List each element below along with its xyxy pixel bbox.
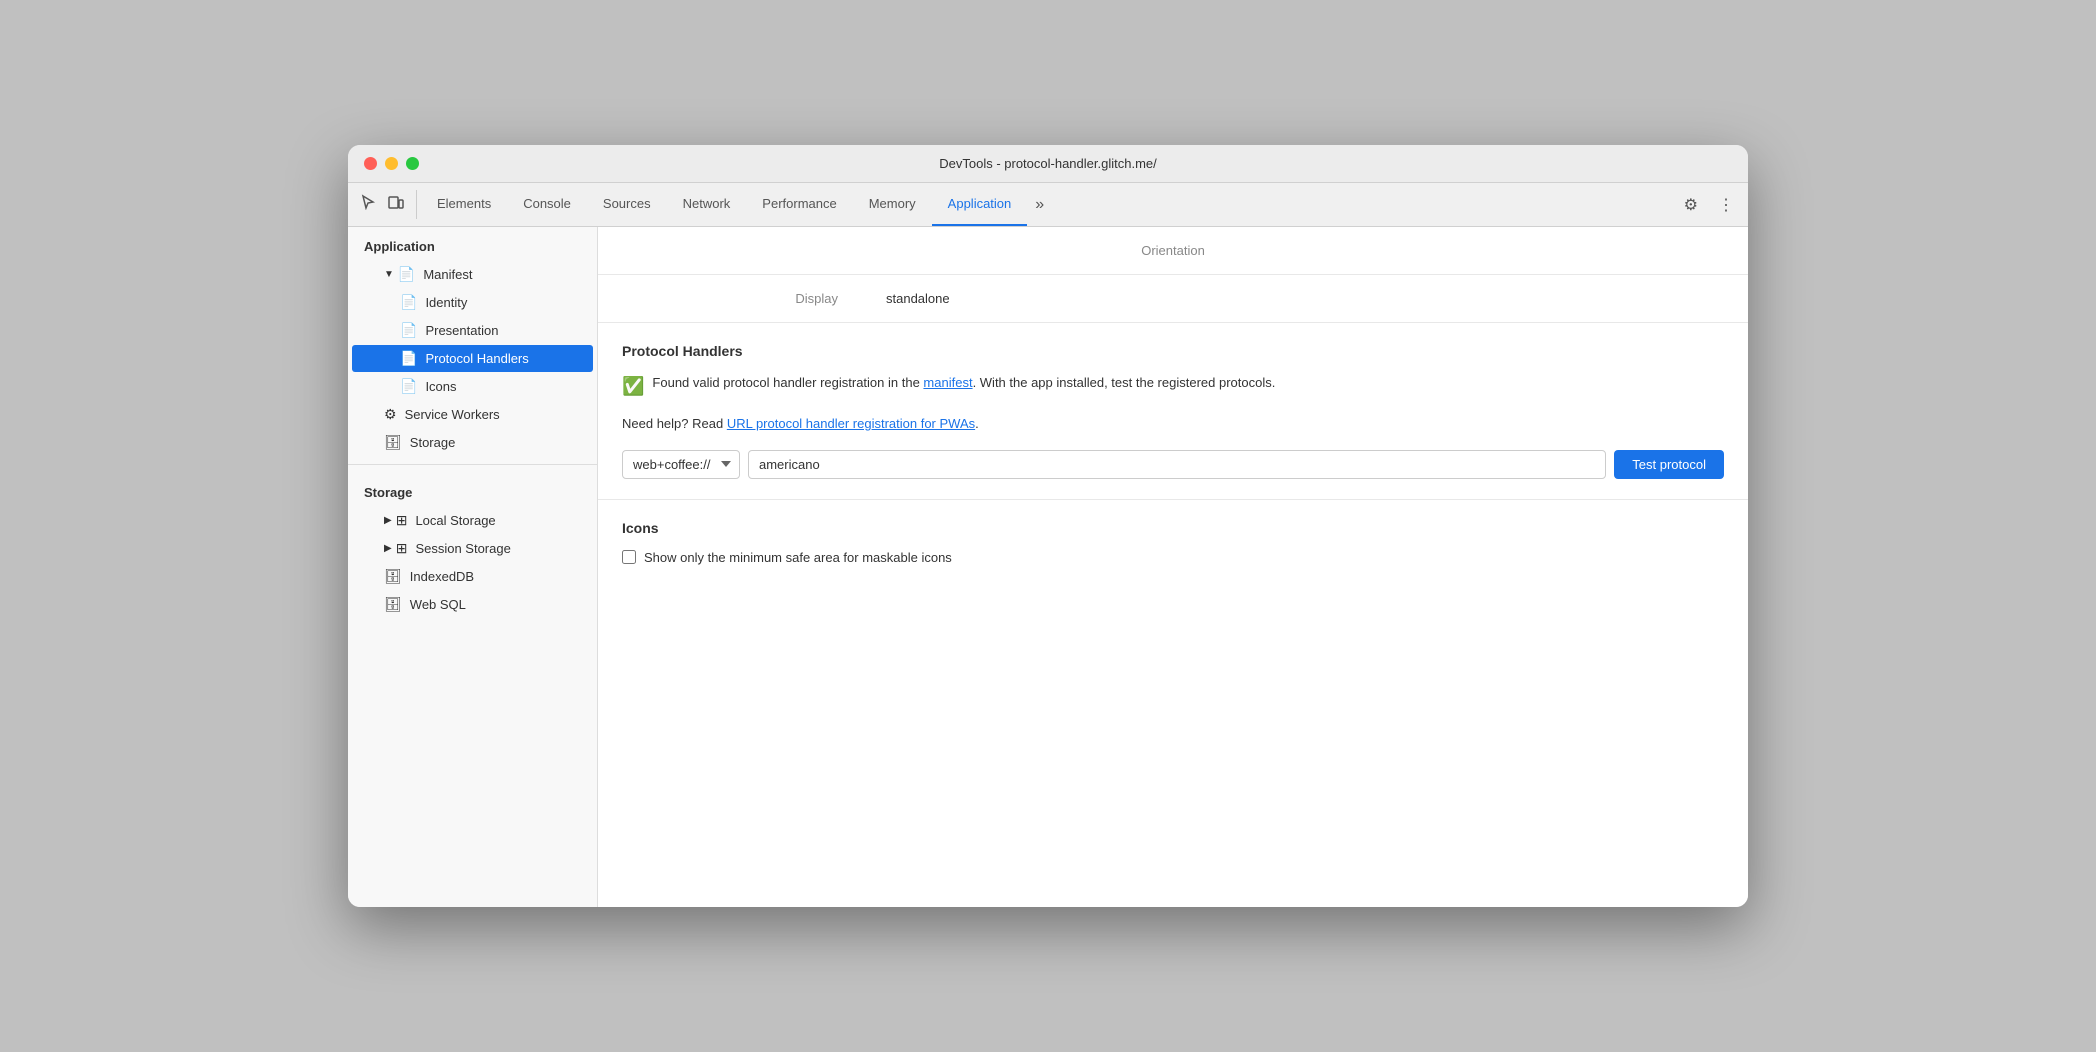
file-icon: 📄: [400, 350, 417, 367]
toolbar: Elements Console Sources Network Perform…: [348, 183, 1748, 227]
help-text: Need help? Read URL protocol handler reg…: [622, 414, 1724, 434]
sidebar-item-web-sql[interactable]: 🗄 Web SQL: [352, 591, 593, 618]
more-options-icon[interactable]: ⋮: [1712, 191, 1740, 219]
table-icon: ⊞: [396, 540, 408, 557]
device-toggle-icon[interactable]: [384, 190, 408, 219]
tab-more-button[interactable]: »: [1027, 183, 1052, 226]
main-content: Orientation Display standalone Protocol …: [598, 227, 1748, 907]
tab-memory[interactable]: Memory: [853, 183, 932, 226]
sidebar-item-manifest[interactable]: ▼ 📄 Manifest: [352, 261, 593, 288]
file-icon: 📄: [398, 266, 415, 283]
sidebar-item-storage[interactable]: 🗄 Storage: [352, 429, 593, 456]
tab-elements[interactable]: Elements: [421, 183, 507, 226]
protocol-handlers-title: Protocol Handlers: [622, 343, 1724, 359]
storage-icon: 🗄: [384, 434, 402, 451]
db-icon: 🗄: [384, 596, 402, 613]
expand-arrow-icon: ▶: [384, 543, 392, 554]
sidebar-item-local-storage[interactable]: ▶ ⊞ Local Storage: [352, 507, 593, 534]
sidebar: Application ▼ 📄 Manifest 📄 Identity 📄 Pr…: [348, 227, 598, 907]
tab-console[interactable]: Console: [507, 183, 587, 226]
toolbar-icons: [356, 190, 417, 219]
maskable-icons-label[interactable]: Show only the minimum safe area for mask…: [644, 550, 952, 565]
expand-arrow-icon: ▶: [384, 515, 392, 526]
tab-application[interactable]: Application: [932, 183, 1028, 226]
devtools-window: DevTools - protocol-handler.glitch.me/ E…: [348, 145, 1748, 907]
maskable-icons-checkbox[interactable]: [622, 550, 636, 564]
toolbar-right: ⚙ ⋮: [1678, 191, 1740, 219]
db-icon: 🗄: [384, 568, 402, 585]
file-icon: 📄: [400, 322, 417, 339]
tab-sources[interactable]: Sources: [587, 183, 667, 226]
icons-section-title: Icons: [622, 520, 1724, 536]
display-row: Display standalone: [598, 275, 1748, 323]
file-icon: 📄: [400, 378, 417, 395]
sidebar-divider: [348, 464, 597, 465]
tab-bar: Elements Console Sources Network Perform…: [421, 183, 1678, 226]
application-section-title: Application: [348, 227, 597, 260]
sidebar-item-service-workers[interactable]: ⚙ Service Workers: [352, 401, 593, 428]
success-text-pre: Found valid protocol handler registratio…: [652, 375, 923, 390]
close-button[interactable]: [364, 157, 377, 170]
cursor-icon[interactable]: [356, 190, 380, 219]
sidebar-item-icons[interactable]: 📄 Icons: [352, 373, 593, 400]
sidebar-item-session-storage[interactable]: ▶ ⊞ Session Storage: [352, 535, 593, 562]
sidebar-item-presentation[interactable]: 📄 Presentation: [352, 317, 593, 344]
tab-performance[interactable]: Performance: [746, 183, 852, 226]
window-title: DevTools - protocol-handler.glitch.me/: [939, 156, 1157, 171]
tab-network[interactable]: Network: [667, 183, 747, 226]
minimize-button[interactable]: [385, 157, 398, 170]
orientation-row: Orientation: [598, 227, 1748, 275]
sidebar-item-identity[interactable]: 📄 Identity: [352, 289, 593, 316]
display-label: Display: [622, 291, 862, 306]
protocol-input[interactable]: [748, 450, 1606, 479]
expand-arrow-icon: ▼: [384, 269, 394, 280]
content-area: Application ▼ 📄 Manifest 📄 Identity 📄 Pr…: [348, 227, 1748, 907]
display-value: standalone: [886, 291, 950, 306]
gear-icon: ⚙: [384, 406, 397, 423]
icons-section: Icons Show only the minimum safe area fo…: [598, 500, 1748, 585]
maximize-button[interactable]: [406, 157, 419, 170]
check-circle-icon: ✅: [622, 373, 644, 400]
pwa-help-link[interactable]: URL protocol handler registration for PW…: [727, 416, 975, 431]
maskable-icons-checkbox-row: Show only the minimum safe area for mask…: [622, 550, 1724, 565]
sidebar-item-protocol-handlers[interactable]: 📄 Protocol Handlers: [352, 345, 593, 372]
test-protocol-button[interactable]: Test protocol: [1614, 450, 1724, 479]
window-controls: [364, 157, 419, 170]
success-message: ✅ Found valid protocol handler registrat…: [622, 373, 1724, 400]
protocol-input-row: web+coffee:// Test protocol: [622, 450, 1724, 479]
title-bar: DevTools - protocol-handler.glitch.me/: [348, 145, 1748, 183]
success-text-post: . With the app installed, test the regis…: [973, 375, 1276, 390]
protocol-select[interactable]: web+coffee://: [622, 450, 740, 479]
settings-icon[interactable]: ⚙: [1678, 191, 1704, 219]
table-icon: ⊞: [396, 512, 408, 529]
protocol-handlers-section: Protocol Handlers ✅ Found valid protocol…: [598, 323, 1748, 500]
manifest-link[interactable]: manifest: [923, 375, 972, 390]
storage-section-title: Storage: [348, 473, 597, 506]
file-icon: 📄: [400, 294, 417, 311]
sidebar-item-indexeddb[interactable]: 🗄 IndexedDB: [352, 563, 593, 590]
